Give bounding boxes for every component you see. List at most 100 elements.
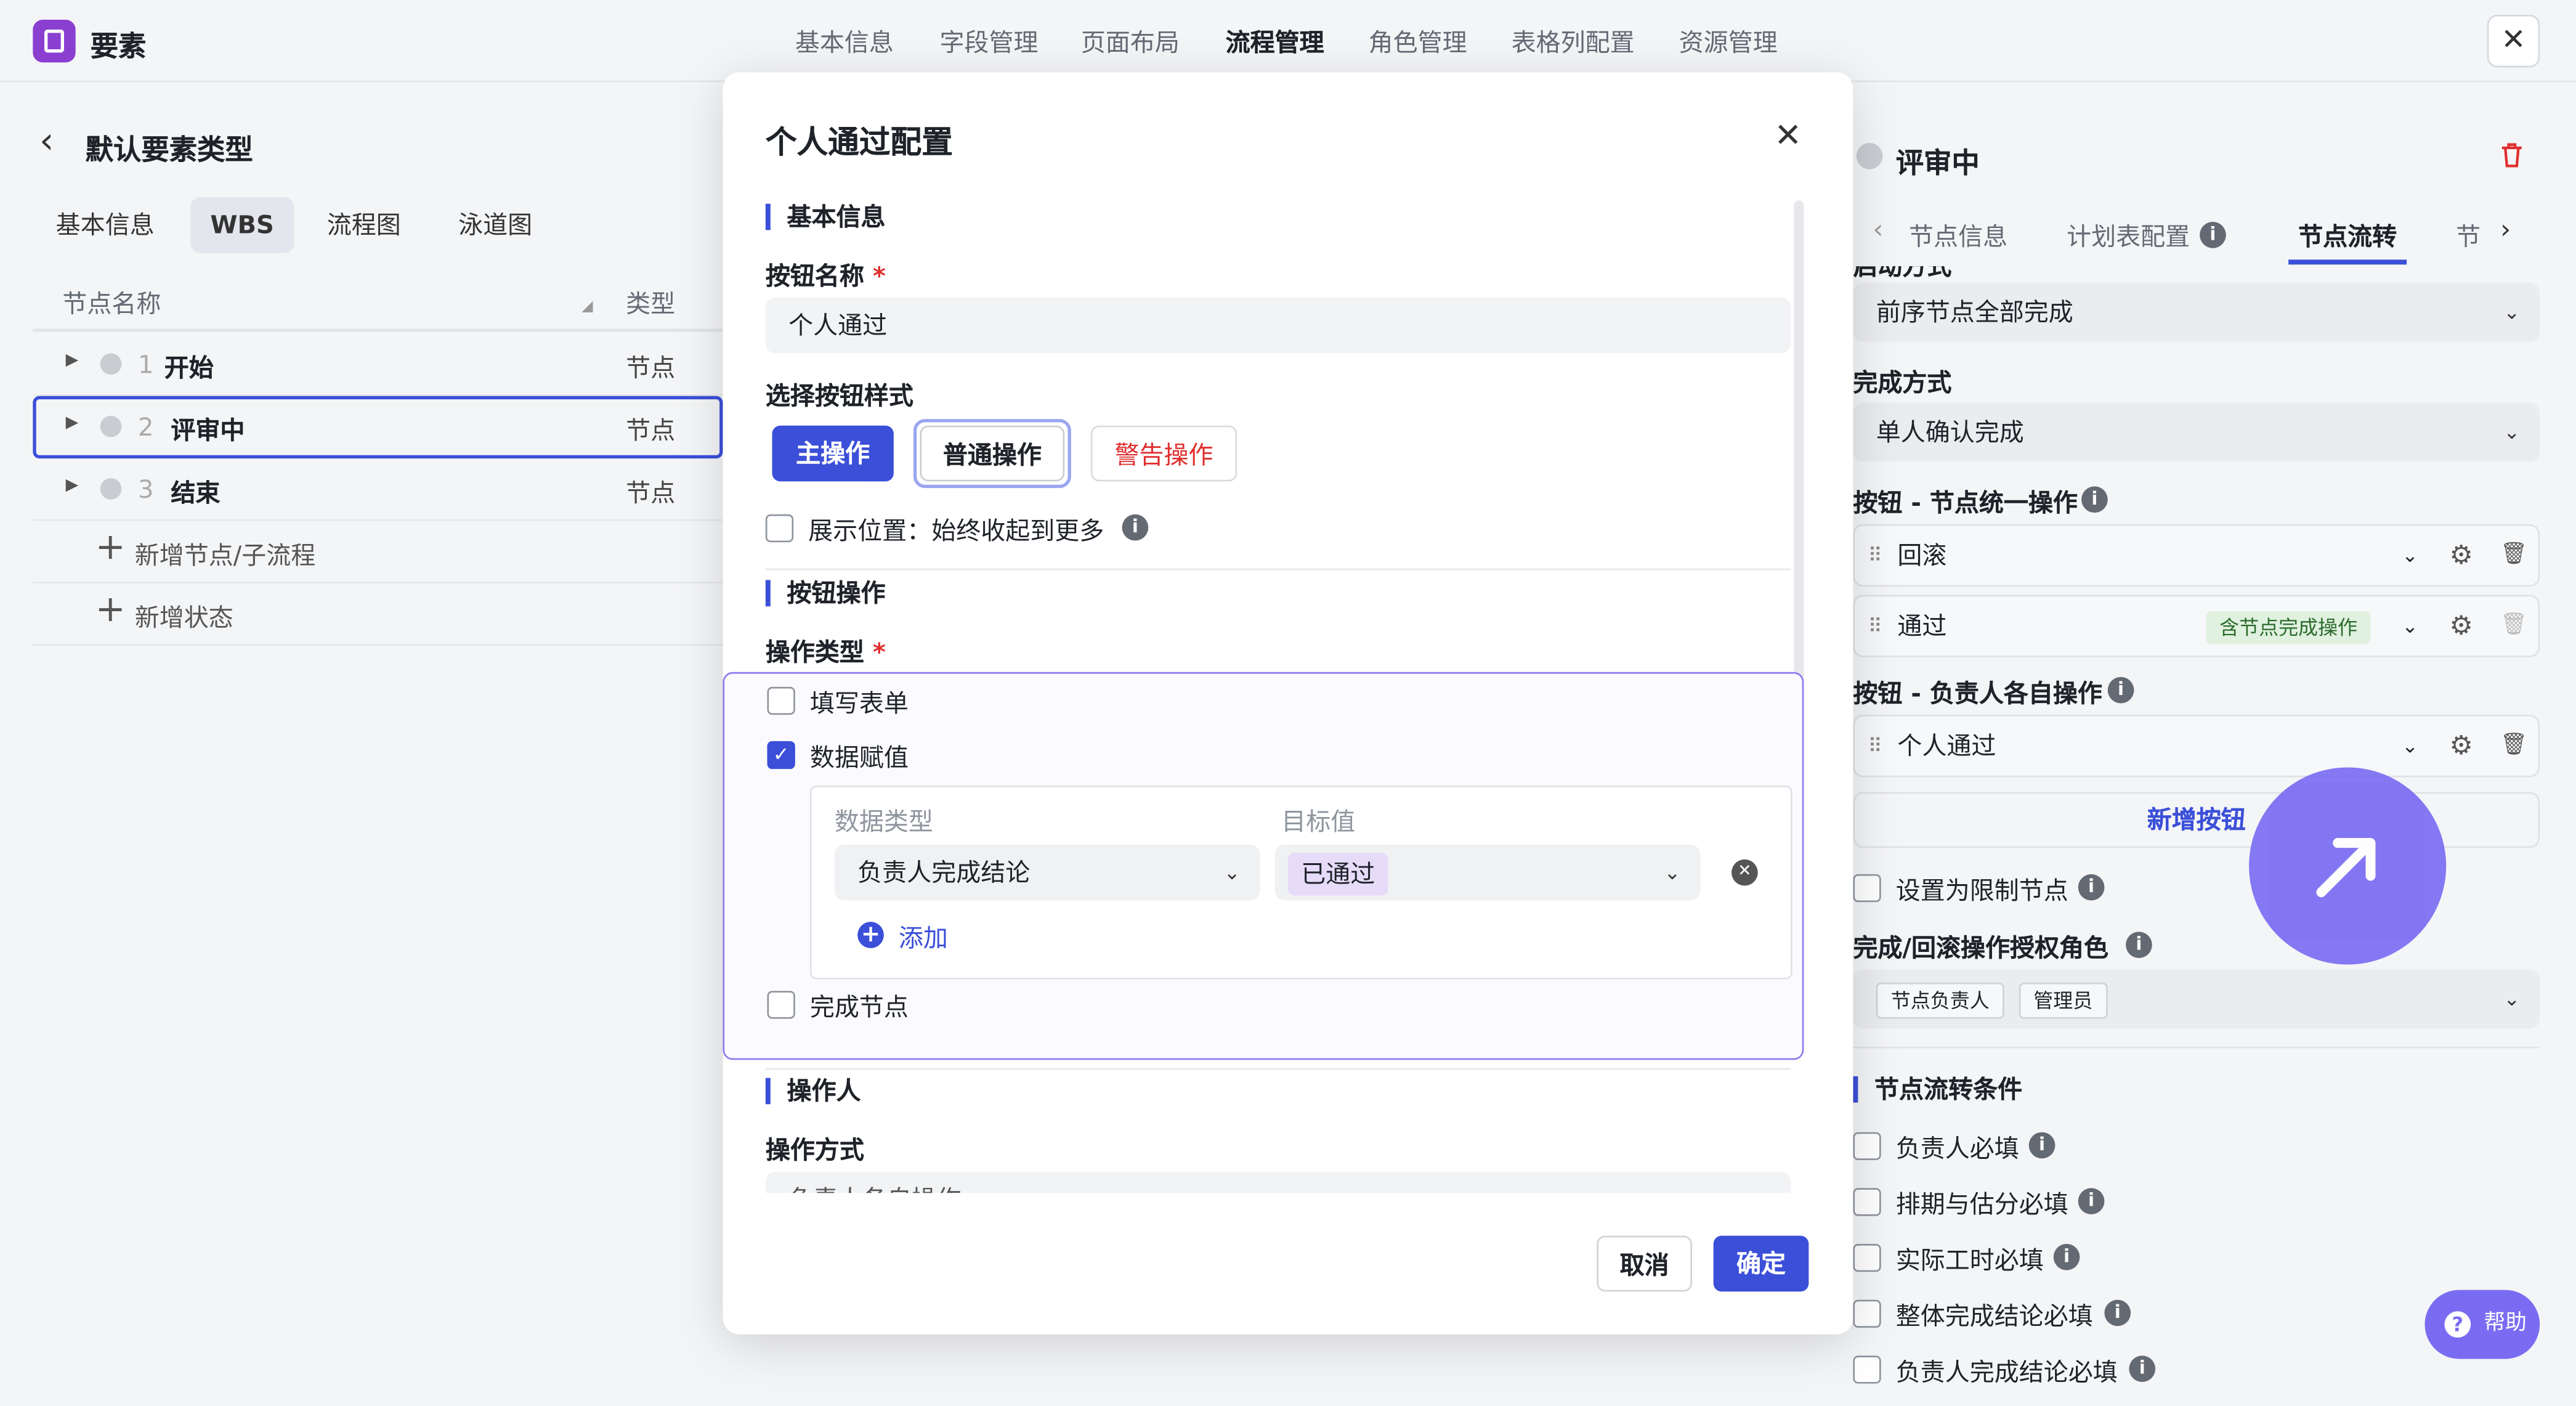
cancel-button[interactable]: 取消 xyxy=(1597,1235,1693,1292)
app-title: 要素 xyxy=(90,31,147,65)
start-value: 前序节点全部完成 xyxy=(1876,297,2073,327)
expand-icon[interactable]: ▶ xyxy=(66,352,79,370)
show-position-checkbox[interactable] xyxy=(765,514,794,543)
chevron-down-icon[interactable]: ⌄ xyxy=(2402,717,2418,776)
table-row[interactable]: ▶ 3 结束 节点 xyxy=(33,458,723,521)
chevron-down-icon[interactable]: ⌄ xyxy=(2402,526,2418,585)
add-state-link[interactable]: 新增状态 xyxy=(135,599,233,634)
resize-handle-icon[interactable]: ◢ xyxy=(581,299,593,315)
info-icon[interactable]: i xyxy=(2107,677,2134,704)
data-assign-checkbox[interactable]: ✓ xyxy=(767,741,795,770)
section-operation: 按钮操作 xyxy=(765,580,886,607)
data-type-select[interactable]: 负责人完成结论 ⌄ xyxy=(834,844,1260,901)
active-tab-indicator xyxy=(2288,259,2407,265)
nav-tab-fields[interactable]: 字段管理 xyxy=(940,25,1039,59)
button-row[interactable]: ⠿ 回滚 ⌄ ⚙ 🗑 xyxy=(1853,524,2540,587)
cond-checkbox[interactable] xyxy=(1853,1355,1881,1384)
info-icon[interactable]: i xyxy=(2053,1243,2080,1270)
op-type-group: 填写表单 ✓ 数据赋值 数据类型 目标值 负责人完成结论 ⌄ 已通过 ⌄ ✕ +… xyxy=(723,672,1804,1060)
add-state-row[interactable]: + 新增状态 xyxy=(33,583,723,646)
nav-tab-columns[interactable]: 表格列配置 xyxy=(1512,25,1635,59)
add-link[interactable]: 添加 xyxy=(899,920,948,955)
row-name: 结束 xyxy=(171,478,221,508)
gear-icon[interactable]: ⚙ xyxy=(2449,526,2473,585)
table-row-selected[interactable]: ▶ 2 评审中 节点 xyxy=(33,396,723,459)
roles-select[interactable]: 节点负责人 管理员 ⌄ xyxy=(1853,969,2540,1029)
cond-checkbox[interactable] xyxy=(1853,1188,1881,1216)
style-warning-button[interactable]: 警告操作 xyxy=(1090,425,1237,482)
info-icon[interactable]: i xyxy=(1122,514,1149,541)
subtab-flowchart[interactable]: 流程图 xyxy=(307,197,421,253)
chevron-down-icon[interactable]: ⌄ xyxy=(2402,596,2418,656)
nav-tab-layout[interactable]: 页面布局 xyxy=(1081,25,1180,59)
trash-icon[interactable]: 🗑 xyxy=(2500,717,2527,776)
expand-icon[interactable]: ▶ xyxy=(66,414,79,432)
complete-select[interactable]: 单人确认完成 ⌄ xyxy=(1853,402,2540,462)
info-icon[interactable]: i xyxy=(2081,486,2108,513)
confirm-button[interactable]: 确定 xyxy=(1713,1235,1809,1292)
nav-tab-basic[interactable]: 基本信息 xyxy=(795,25,894,59)
column-node-name: 节点名称 xyxy=(62,289,161,319)
info-icon[interactable]: i xyxy=(2200,222,2226,248)
chevron-down-icon: ⌄ xyxy=(2503,420,2521,444)
info-icon[interactable]: i xyxy=(2078,874,2105,901)
remove-row-icon[interactable]: ✕ xyxy=(1732,859,1758,886)
cond-checkbox[interactable] xyxy=(1853,1132,1881,1160)
gear-icon[interactable]: ⚙ xyxy=(2449,717,2473,776)
info-icon[interactable]: i xyxy=(2078,1188,2105,1214)
subtab-basic[interactable]: 基本信息 xyxy=(36,197,174,253)
subtab-swimlane[interactable]: 泳道图 xyxy=(439,197,552,253)
drag-handle-icon[interactable]: ⠿ xyxy=(1868,596,1882,656)
info-icon[interactable]: i xyxy=(2028,1132,2056,1159)
plus-circle-icon[interactable]: + xyxy=(857,922,884,948)
app-logo-icon xyxy=(33,20,76,63)
start-select[interactable]: 前序节点全部完成 ⌄ xyxy=(1853,282,2540,342)
add-node-link[interactable]: 新增节点/子流程 xyxy=(135,537,316,572)
trash-icon[interactable]: 🗑 xyxy=(2500,526,2527,585)
nav-tab-flow[interactable]: 流程管理 xyxy=(1226,25,1324,59)
tab-scroll-left-icon[interactable]: ‹ xyxy=(1873,214,1883,245)
cond-checkbox[interactable] xyxy=(1853,1243,1881,1272)
drag-handle-icon[interactable]: ⠿ xyxy=(1868,717,1882,776)
tab-node-flow[interactable]: 节点流转 xyxy=(2298,219,2397,253)
cond-checkbox[interactable] xyxy=(1853,1299,1881,1328)
restrict-label: 设置为限制节点 xyxy=(1895,876,2068,906)
button-name-input[interactable]: 个人通过 xyxy=(765,297,1791,354)
info-icon[interactable]: i xyxy=(2126,932,2152,958)
button-row[interactable]: ⠿ 通过 含节点完成操作 ⌄ ⚙ 🗑 xyxy=(1853,595,2540,657)
close-app-button[interactable]: ✕ xyxy=(2487,15,2540,68)
chevron-down-icon: ⌄ xyxy=(1664,861,1681,884)
tab-scroll-right-icon[interactable]: › xyxy=(2500,214,2511,245)
complete-label: 完成方式 xyxy=(1853,368,1952,398)
close-icon[interactable]: ✕ xyxy=(1774,115,1802,155)
help-button[interactable]: ? 帮助 xyxy=(2424,1290,2540,1359)
trash-icon[interactable] xyxy=(2499,141,2525,169)
drag-handle-icon[interactable]: ⠿ xyxy=(1868,526,1882,585)
button-row[interactable]: ⠿ 个人通过 ⌄ ⚙ 🗑 xyxy=(1853,715,2540,778)
tab-node-info[interactable]: 节点信息 xyxy=(1909,219,2007,253)
section-basic: 基本信息 xyxy=(765,203,886,230)
info-icon[interactable]: i xyxy=(2104,1299,2131,1327)
fill-form-checkbox[interactable] xyxy=(767,686,795,715)
back-icon[interactable]: ‹ xyxy=(39,121,54,163)
op-mode-select[interactable]: 负责人各自操作 xyxy=(765,1171,1791,1193)
tab-plan-config[interactable]: 计划表配置 xyxy=(2067,219,2190,253)
subtab-wbs[interactable]: WBS xyxy=(190,197,294,253)
style-primary-button[interactable]: 主操作 xyxy=(772,425,894,482)
complete-node-checkbox[interactable] xyxy=(767,991,795,1019)
add-node-row[interactable]: + 新增节点/子流程 xyxy=(33,521,723,583)
style-normal-button[interactable]: 普通操作 xyxy=(920,425,1065,482)
modal-title: 个人通过配置 xyxy=(765,124,953,161)
info-icon[interactable]: i xyxy=(2129,1355,2156,1382)
nav-tab-resources[interactable]: 资源管理 xyxy=(1679,25,1778,59)
start-label-clip: 启动方式 xyxy=(1853,266,2543,283)
table-row[interactable]: ▶ 1 开始 节点 xyxy=(33,333,723,396)
expand-icon[interactable]: ▶ xyxy=(66,476,79,494)
restrict-checkbox[interactable] xyxy=(1853,874,1881,903)
arrow-up-right-icon xyxy=(2316,838,2376,898)
nav-tab-roles[interactable]: 角色管理 xyxy=(1369,25,1467,59)
tab-more[interactable]: 节 xyxy=(2456,219,2481,253)
row-number: 2 xyxy=(138,412,154,442)
gear-icon[interactable]: ⚙ xyxy=(2449,596,2473,656)
target-select[interactable]: 已通过 ⌄ xyxy=(1274,844,1701,901)
